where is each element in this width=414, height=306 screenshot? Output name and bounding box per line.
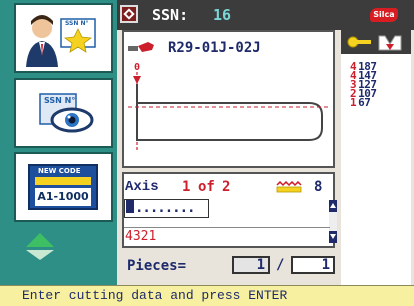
key-blank-icon: [128, 42, 154, 52]
scrollbar-track[interactable]: [329, 212, 337, 231]
axis-label: Axis: [125, 179, 159, 195]
user-ssn-button[interactable]: SSN N°: [14, 3, 113, 73]
cut-code-value: ........: [135, 200, 195, 216]
new-code-strip: [35, 177, 91, 185]
cut-code-input[interactable]: ........: [124, 199, 209, 218]
view-ssn-button[interactable]: SSN N°: [14, 78, 113, 148]
pieces-done-field: 1: [232, 256, 270, 274]
axis-panel: Axis 1 of 2 8 ........ 4321: [122, 172, 337, 248]
cut-list-panel: 4 187 4 147 3 127 2 107 1 67: [341, 30, 411, 285]
scroll-up-arrow[interactable]: [26, 233, 54, 247]
new-code-card: NEW CODE A1-1000: [28, 164, 98, 210]
silca-cutting-screen: SSN N° SSN N° NEW CODE A1-1000 SSN: 16 S…: [0, 0, 414, 306]
pieces-separator: /: [276, 257, 285, 273]
user-ssn-badge: SSN N°: [65, 20, 89, 27]
new-code-title: NEW CODE: [38, 167, 81, 175]
cut-value: 67: [358, 96, 371, 109]
header-bar: SSN: 16 Silca: [117, 0, 414, 30]
user-ssn-icon: [26, 15, 96, 67]
cut-depth: 1: [350, 96, 357, 109]
new-code-field: A1-1000: [35, 188, 91, 206]
eye-icon: [39, 93, 94, 133]
key-drawing-panel: 0 R29-01J-02J: [122, 30, 335, 168]
left-panel: SSN N° SSN N° NEW CODE A1-1000: [0, 0, 117, 290]
machine-logo-icon: [120, 5, 138, 23]
ssn-label: SSN:: [152, 6, 189, 24]
view-ssn-badge: SSN N°: [44, 96, 76, 105]
scroll-down-arrow[interactable]: [26, 250, 54, 260]
scroll-down-button[interactable]: [329, 231, 337, 243]
axis-total: 2: [222, 179, 231, 195]
zero-marker: 0: [134, 62, 140, 73]
status-message: Enter cutting data and press ENTER: [22, 288, 288, 303]
brand-logo: Silca: [370, 8, 398, 22]
pieces-total-input[interactable]: 1: [291, 256, 335, 274]
cuts-count-icon: [276, 181, 302, 193]
ssn-value: 16: [213, 6, 232, 24]
key-code-label: R29-01J-02J: [168, 40, 261, 56]
axis-of: of: [198, 179, 215, 195]
cut-row: 1 67: [350, 96, 371, 109]
new-code-value: A1-1000: [37, 190, 89, 203]
key-clamp-icon: [347, 35, 402, 51]
code-line: 4321: [124, 227, 330, 247]
status-bar: Enter cutting data and press ENTER: [0, 285, 414, 306]
scroll-up-button[interactable]: [329, 200, 337, 212]
pieces-label: Pieces=: [127, 258, 187, 274]
cuts-count: 8: [314, 179, 323, 195]
text-cursor: [126, 200, 134, 213]
brand-name: Silca: [373, 10, 395, 19]
axis-current: 1: [182, 179, 191, 195]
cut-list-header: [341, 30, 411, 54]
new-code-button[interactable]: NEW CODE A1-1000: [14, 152, 113, 222]
